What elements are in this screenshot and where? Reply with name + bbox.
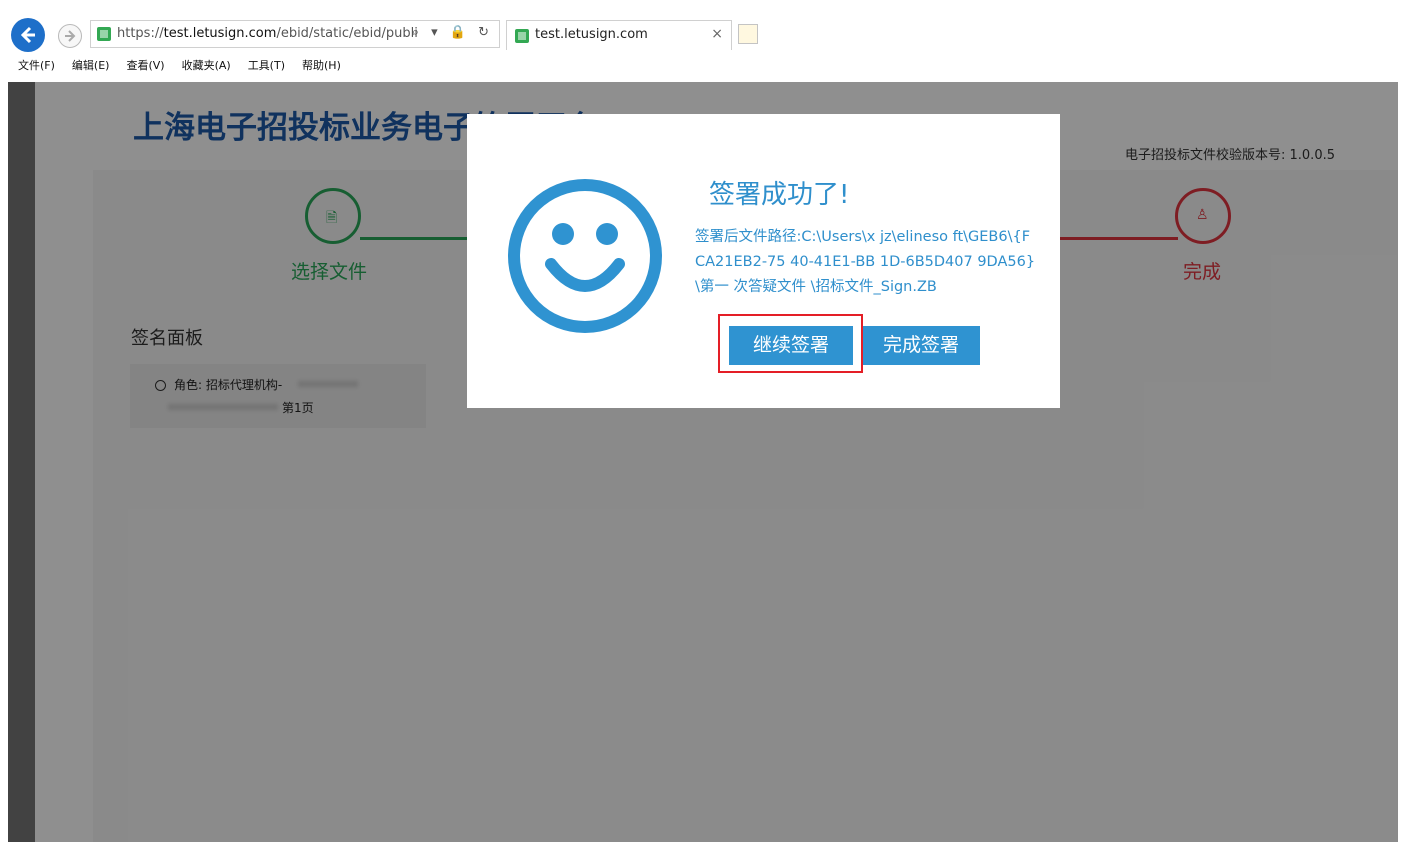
menu-help[interactable]: 帮助(H) (302, 57, 341, 73)
tab-close-icon[interactable]: × (711, 26, 723, 42)
address-url: https://test.letusign.com/ebid/static/eb… (117, 26, 418, 41)
tab-favicon-icon (515, 29, 529, 43)
address-bar-icons[interactable]: ⌕ ▾ 🔒 ↻ (412, 25, 493, 40)
dialog-title: 签署成功了! (709, 180, 850, 210)
finish-signing-button[interactable]: 完成签署 (862, 326, 980, 365)
menu-favorites[interactable]: 收藏夹(A) (182, 57, 231, 73)
tab-title: test.letusign.com (535, 27, 648, 42)
success-dialog: 签署成功了! 签署后文件路径:C:\Users\x jz\elineso ft\… (467, 114, 1060, 408)
signed-file-path: 签署后文件路径:C:\Users\x jz\elineso ft\GEB6\{F… (695, 229, 1036, 295)
smiley-face-icon (508, 179, 662, 333)
address-bar[interactable]: https://test.letusign.com/ebid/static/eb… (90, 20, 500, 48)
forward-arrow-icon (65, 30, 76, 42)
forward-button[interactable] (58, 24, 82, 48)
browser-chrome: https://test.letusign.com/ebid/static/eb… (0, 0, 1405, 82)
menu-bar: 文件(F) 编辑(E) 查看(V) 收藏夹(A) 工具(T) 帮助(H) (0, 52, 1405, 78)
highlight-annotation-box (718, 314, 863, 373)
back-arrow-icon (20, 26, 35, 44)
menu-edit[interactable]: 编辑(E) (72, 57, 110, 73)
site-favicon-icon (97, 27, 111, 41)
new-tab-button[interactable] (738, 24, 758, 44)
browser-tab[interactable]: test.letusign.com × (506, 20, 732, 50)
back-button[interactable] (11, 18, 45, 52)
menu-view[interactable]: 查看(V) (126, 57, 164, 73)
menu-file[interactable]: 文件(F) (18, 57, 55, 73)
menu-tools[interactable]: 工具(T) (248, 57, 285, 73)
